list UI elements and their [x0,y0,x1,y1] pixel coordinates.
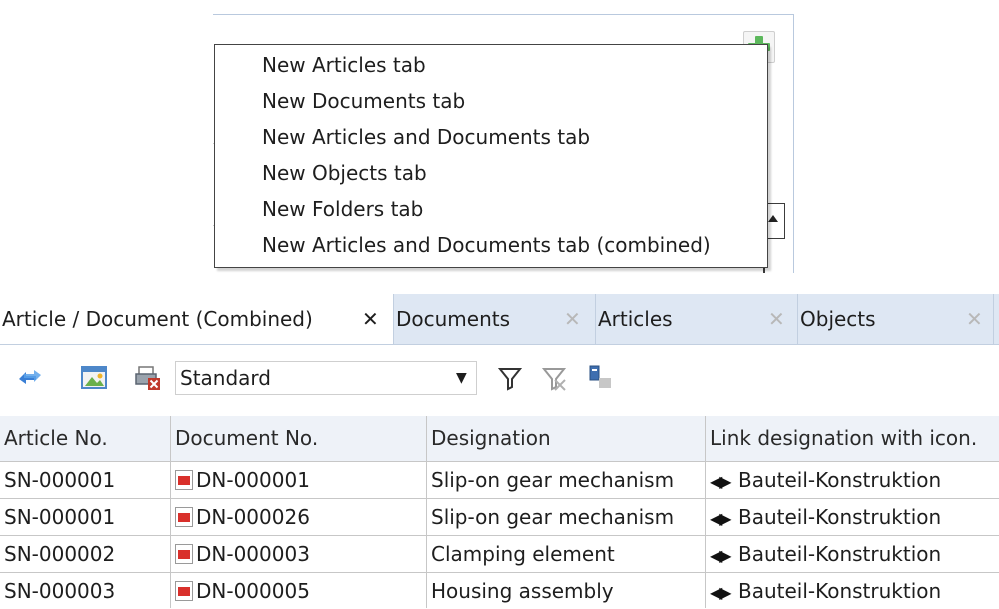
results-table: Article No. Document No. Designation Lin… [0,416,999,608]
menu-item-new-objects-tab[interactable]: New Objects tab [262,155,427,191]
link-arrows-icon: ◀▶ [710,472,732,491]
chevron-down-icon: ▼ [456,370,467,386]
table-row[interactable]: SN-000003 [0,573,170,609]
cell-document-no: DN-000026 [196,505,310,529]
cell-article-no: SN-000002 [4,542,116,566]
close-icon[interactable]: ✕ [966,294,983,344]
cell-designation[interactable]: Slip-on gear mechanism [427,499,705,535]
cell-link-container[interactable]: ◀▶ Bauteil-Konstruktion [706,462,999,498]
pdf-document-icon [175,544,193,564]
cell-document-no-container[interactable]: DN-000001 [171,462,426,498]
column-settings-icon[interactable] [586,364,614,392]
close-icon[interactable]: ✕ [564,294,581,344]
clear-filter-icon[interactable] [540,364,568,392]
column-header-article-no[interactable]: Article No. [0,416,170,461]
tab-label: Articles [598,307,673,331]
cell-article-no: SN-000001 [4,505,116,529]
link-arrows-icon: ◀▶ [710,583,732,602]
cell-document-no-container[interactable]: DN-000026 [171,499,426,535]
table-row[interactable]: SN-000001 [0,499,170,535]
cell-link: Bauteil-Konstruktion [737,542,942,566]
pdf-document-icon [175,507,193,527]
cell-document-no: DN-000003 [196,542,310,566]
cell-designation[interactable]: Slip-on gear mechanism [427,462,705,498]
column-header-designation[interactable]: Designation [427,416,705,461]
filter-icon[interactable] [496,364,524,392]
toolbar: Standard ▼ [0,346,999,410]
cell-document-no: DN-000005 [196,579,310,603]
print-delete-icon[interactable] [134,364,162,392]
column-header-link-designation[interactable]: Link designation with icon. [706,416,999,461]
link-arrows-icon: ◀▶ [710,546,732,565]
tab-label: Documents [396,307,511,331]
cell-link: Bauteil-Konstruktion [737,579,942,603]
menu-item-new-combined-tab[interactable]: New Articles and Documents tab (combined… [262,227,711,263]
column-header-document-no[interactable]: Document No. [171,416,426,461]
pdf-document-icon [175,470,193,490]
tab-label: Objects [800,307,876,331]
cell-link-container[interactable]: ◀▶ Bauteil-Konstruktion [706,573,999,609]
link-arrows-icon: ◀▶ [710,509,732,528]
tab-objects[interactable]: Objects ✕ [798,294,994,344]
cell-link-container[interactable]: ◀▶ Bauteil-Konstruktion [706,536,999,572]
table-row[interactable]: SN-000002 [0,536,170,572]
pdf-document-icon [175,581,193,601]
tab-label: Article / Document (Combined) [2,307,313,331]
refresh-arrows-icon[interactable] [16,364,44,392]
cell-link: Bauteil-Konstruktion [737,468,942,492]
menu-item-new-documents-tab[interactable]: New Documents tab [262,83,465,119]
cell-designation[interactable]: Clamping element [427,536,705,572]
cell-designation[interactable]: Housing assembly [427,573,705,609]
tab-documents[interactable]: Documents ✕ [394,294,596,344]
menu-item-new-articles-tab[interactable]: New Articles tab [262,47,426,83]
cell-link-container[interactable]: ◀▶ Bauteil-Konstruktion [706,499,999,535]
view-select-value: Standard [180,366,271,390]
image-window-icon[interactable] [80,364,108,392]
tab-articles[interactable]: Articles ✕ [596,294,798,344]
menu-item-new-folders-tab[interactable]: New Folders tab [262,191,423,227]
cell-document-no-container[interactable]: DN-000005 [171,573,426,609]
cell-link: Bauteil-Konstruktion [737,505,942,529]
cell-document-no: DN-000001 [196,468,310,492]
new-tab-context-menu: New Articles tab New Documents tab New A… [214,44,768,268]
menu-item-new-articles-documents-tab[interactable]: New Articles and Documents tab [262,119,590,155]
cell-article-no: SN-000001 [4,468,116,492]
close-icon[interactable]: ✕ [768,294,785,344]
arrow-up-icon [768,215,778,222]
tab-article-document-combined[interactable]: Article / Document (Combined) ✕ [0,294,394,344]
cell-document-no-container[interactable]: DN-000003 [171,536,426,572]
close-icon[interactable]: ✕ [362,294,379,344]
cell-article-no: SN-000003 [4,579,116,603]
table-row[interactable]: SN-000001 [0,462,170,498]
tab-strip: Article / Document (Combined) ✕ Document… [0,294,999,345]
view-select-dropdown[interactable]: Standard ▼ [175,361,477,395]
